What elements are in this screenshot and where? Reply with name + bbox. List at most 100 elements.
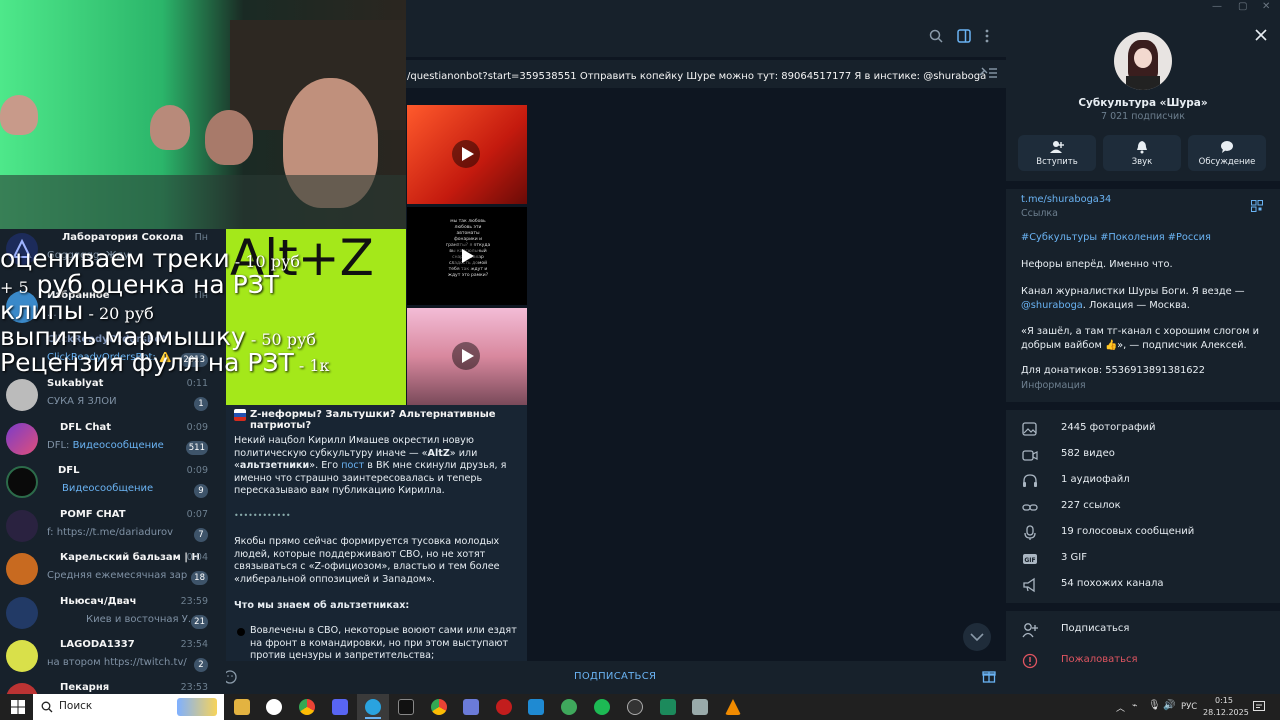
media-label: 3 GIF xyxy=(1061,552,1087,563)
chat-item[interactable]: Sukablyat 0:11 СУКА Я ЗЛОЙ 1 xyxy=(0,375,226,418)
gif-icon: GIF xyxy=(1023,554,1037,564)
app-icon[interactable] xyxy=(660,699,676,715)
post-title: Z-неформы? Зальтушки? Альтернативные пат… xyxy=(250,409,496,431)
channel-avatar[interactable] xyxy=(1114,32,1172,90)
app-icon[interactable] xyxy=(398,699,414,715)
discord-icon[interactable] xyxy=(332,699,348,715)
close-window-icon[interactable]: ✕ xyxy=(1262,1,1270,12)
add-user-icon xyxy=(1050,141,1064,153)
unread-badge: 21 xyxy=(191,615,208,629)
vlc-icon[interactable] xyxy=(725,699,741,715)
chrome-icon[interactable] xyxy=(299,699,315,715)
chat-name: Ньюсач/Двач xyxy=(60,596,137,607)
chevron-up-icon[interactable]: ︿ xyxy=(1116,701,1125,714)
video-icon xyxy=(1022,450,1038,461)
close-icon[interactable] xyxy=(1255,29,1267,41)
video-thumbnail-text[interactable]: мы так любовь любовь эти автоматы фонари… xyxy=(407,207,527,305)
mic-icon[interactable]: 🎙 xyxy=(1148,700,1161,711)
channel-tags[interactable]: #Субкультуры #Поколения #Россия xyxy=(1021,232,1211,243)
app-icon[interactable] xyxy=(463,699,479,715)
obs-icon[interactable] xyxy=(627,699,643,715)
media-row-videos[interactable]: 582 видео xyxy=(1006,442,1280,468)
gift-icon[interactable] xyxy=(982,669,996,683)
chat-item[interactable]: POMF CHAT 0:07 f: https://t.me/dariaduro… xyxy=(0,506,226,549)
webcam-person xyxy=(0,95,38,135)
clock-date[interactable]: 28.12.2025 xyxy=(1203,708,1249,717)
subscribe-bar-button[interactable]: ПОДПИСАТЬСЯ xyxy=(574,671,656,682)
telegram-icon[interactable] xyxy=(365,699,381,715)
avatar xyxy=(6,640,38,672)
mic-icon xyxy=(1024,525,1036,540)
minimize-icon[interactable]: — xyxy=(1212,1,1222,12)
video-thumbnail-pink[interactable] xyxy=(407,308,527,405)
yandex-browser-icon[interactable] xyxy=(266,699,282,715)
overlay-line: Рецензия фулл на РЗТ - 1к xyxy=(0,348,330,377)
media-row-links[interactable]: 227 ссылок xyxy=(1006,494,1280,520)
chat-item[interactable]: Ньюсач/Двач 23:59 Киев и восточная У... … xyxy=(0,593,226,636)
chat-preview: DFL: Видеосообщение xyxy=(47,440,164,451)
megaphone-icon xyxy=(1023,577,1035,593)
chat-preview: Видеосообщение xyxy=(62,483,154,494)
media-row-similar[interactable]: 54 похожих канала xyxy=(1006,572,1280,598)
play-icon[interactable] xyxy=(451,139,481,169)
vscode-icon[interactable] xyxy=(528,699,544,715)
avatar-face xyxy=(1134,48,1152,68)
chat-name: Пекарня xyxy=(60,682,110,693)
taskbar-search-placeholder: Поиск xyxy=(59,700,93,712)
chat-time: Пн xyxy=(194,232,208,243)
post-link[interactable]: пост xyxy=(341,460,364,471)
more-icon[interactable] xyxy=(984,28,990,44)
search-icon[interactable] xyxy=(929,29,943,43)
composer-left xyxy=(223,661,406,694)
chat-item[interactable]: DFL Chat 0:09 DFL: Видеосообщение 511 xyxy=(0,419,226,462)
post-paragraph-1: Некий нацбол Кирилл Имашев окрестил нову… xyxy=(234,435,507,497)
app-icon[interactable] xyxy=(561,699,577,715)
spotify-icon[interactable] xyxy=(594,699,610,715)
channel-link[interactable]: t.me/shuraboga34 xyxy=(1021,194,1111,205)
app-icon[interactable] xyxy=(496,699,512,715)
chat-item[interactable]: DFL 0:09 Видеосообщение 9 xyxy=(0,462,226,505)
chat-item[interactable]: Пекарня 23:53 xyxy=(0,679,226,694)
chat-preview: на втором https://twitch.tv/la... xyxy=(47,657,187,668)
taskbar: Поиск ︿ ⌁ 🎙 🔊 РУС 0:15 28.12.2025 xyxy=(0,694,1280,720)
join-button[interactable]: Вступить xyxy=(1018,135,1096,171)
chat-name: DFL Chat xyxy=(60,422,111,433)
report-row[interactable]: Пожаловаться xyxy=(1006,648,1280,674)
discussion-button[interactable]: Обсуждение xyxy=(1188,135,1266,171)
search-highlight-image xyxy=(177,698,217,716)
chrome-profile-icon[interactable] xyxy=(431,699,447,715)
scroll-down-button[interactable] xyxy=(963,623,991,651)
sidebar-toggle-icon[interactable] xyxy=(957,29,971,43)
video-thumbnail-red[interactable] xyxy=(407,105,527,204)
clock-time[interactable]: 0:15 xyxy=(1215,696,1233,705)
media-row-gifs[interactable]: GIF 3 GIF xyxy=(1006,546,1280,572)
file-explorer-icon[interactable] xyxy=(234,699,250,715)
app-icon[interactable] xyxy=(692,699,708,715)
taskbar-search-box[interactable]: Поиск xyxy=(33,694,224,720)
maximize-icon[interactable]: ▢ xyxy=(1238,1,1247,12)
pinned-list-icon[interactable] xyxy=(978,65,998,79)
language-indicator[interactable]: РУС xyxy=(1181,702,1197,712)
subscribe-row[interactable]: Подписаться xyxy=(1006,617,1280,643)
volume-icon[interactable]: 🔊 xyxy=(1163,700,1175,711)
media-row-audio[interactable]: 1 аудиофайл xyxy=(1006,468,1280,494)
notification-icon[interactable] xyxy=(1253,701,1265,713)
qr-code-icon[interactable] xyxy=(1251,200,1263,212)
pinned-message[interactable]: /questianonbot?start=359538551 Отправить… xyxy=(406,60,1006,88)
play-icon[interactable] xyxy=(451,241,481,271)
link-icon xyxy=(1022,504,1038,511)
play-icon[interactable] xyxy=(451,341,481,371)
network-icon[interactable]: ⌁ xyxy=(1132,701,1137,711)
chat-item[interactable]: Карельский бальзам | Н... 0:04 Средняя е… xyxy=(0,549,226,592)
active-indicator xyxy=(365,717,381,719)
unread-badge: 511 xyxy=(185,441,208,455)
chevron-down-icon xyxy=(970,633,984,642)
media-row-photos[interactable]: 2445 фотографий xyxy=(1006,416,1280,442)
author-username-link[interactable]: @shuraboga xyxy=(1021,300,1083,311)
chat-time: 23:53 xyxy=(180,682,208,693)
chat-item[interactable]: LAGODA1337 23:54 на втором https://twitc… xyxy=(0,636,226,679)
chat-name: LAGODA1337 xyxy=(60,639,135,650)
windows-start-icon[interactable] xyxy=(11,700,25,714)
media-row-voice[interactable]: 19 голосовых сообщений xyxy=(1006,520,1280,546)
sound-button[interactable]: Звук xyxy=(1103,135,1181,171)
